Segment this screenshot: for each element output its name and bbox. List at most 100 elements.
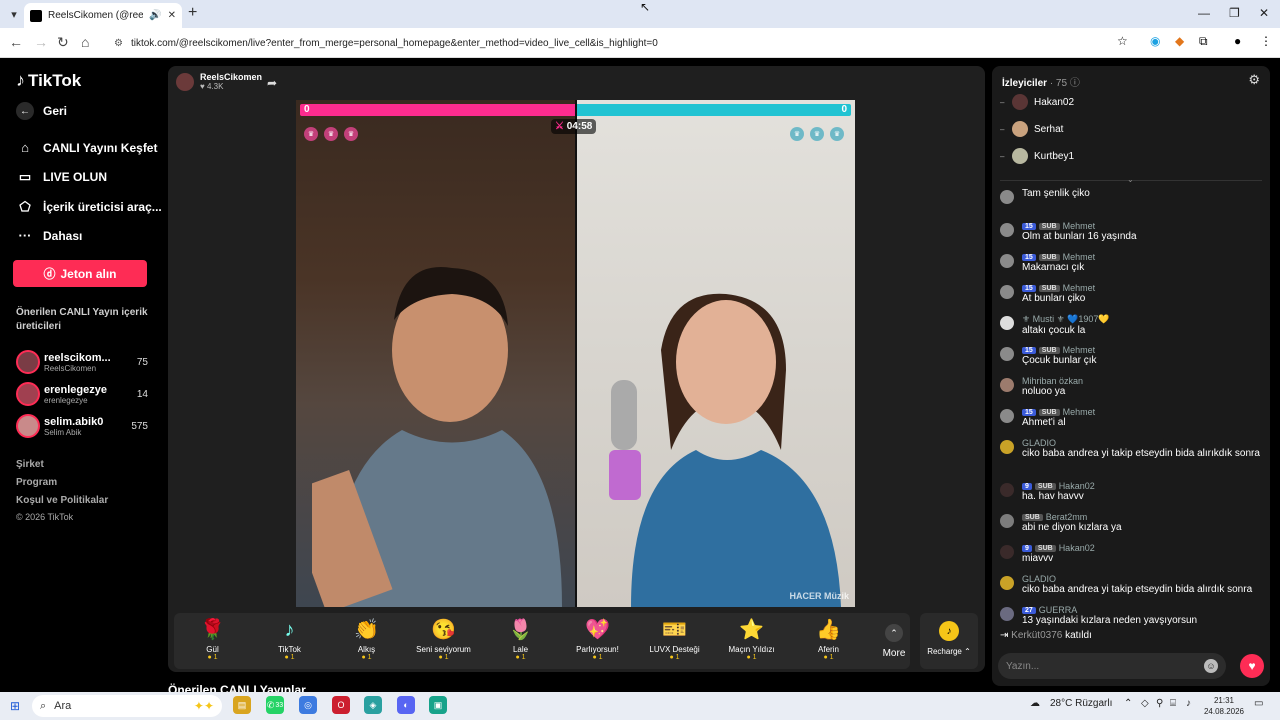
browser-menu-icon[interactable]: ⋮: [1260, 34, 1272, 48]
app-icon[interactable]: ▣: [429, 696, 447, 714]
message-username[interactable]: Berat2mm: [1046, 512, 1088, 522]
back-link[interactable]: ← Geri: [16, 102, 67, 120]
message-username[interactable]: GUERRA: [1039, 605, 1078, 615]
gift-well-done[interactable]: 👍 Aferin ● 1: [790, 617, 867, 661]
browser-tab[interactable]: ReelsCikomen (@reelscikomen 🔊 ✕: [24, 3, 182, 28]
url-field[interactable]: ⚙ tiktok.com/@reelscikomen/live?enter_fr…: [106, 32, 1142, 54]
extension-icon[interactable]: ◉: [1150, 34, 1160, 48]
tray-chevron-icon[interactable]: ⌃: [1124, 698, 1132, 709]
avatar[interactable]: [1000, 378, 1014, 392]
reload-icon[interactable]: ↻: [57, 34, 69, 51]
battle-video[interactable]: 0 0 ⚔ 04:58 ♛ ♛ ♛ ♛ ♛ ♛ HACER Müzik: [296, 100, 855, 607]
get-coins-button[interactable]: ⓓ Jeton alın: [13, 260, 147, 287]
message-username[interactable]: GLADIO: [1022, 438, 1056, 448]
back-icon[interactable]: ←: [9, 34, 23, 50]
discord-icon[interactable]: ◐: [397, 696, 415, 714]
taskbar-search[interactable]: ⌕ Ara ✦✦: [32, 695, 222, 717]
avatar[interactable]: [1000, 514, 1014, 528]
joined-user[interactable]: Kerküt0376: [1011, 630, 1062, 641]
avatar[interactable]: [1000, 607, 1014, 621]
app-icon[interactable]: ◈: [364, 696, 382, 714]
message-username[interactable]: Mehmet: [1063, 252, 1096, 262]
gift-applause[interactable]: 👏 Alkış ● 1: [328, 617, 405, 661]
top-viewer[interactable]: – Kurtbey1: [1000, 147, 1074, 165]
viewers-header[interactable]: İzleyiciler · 75 ⓘ: [1002, 74, 1080, 89]
message-username[interactable]: GLADIO: [1022, 574, 1056, 584]
seat-icon[interactable]: ♛: [324, 127, 338, 141]
tiktok-logo[interactable]: ♪ TikTok: [16, 70, 81, 91]
avatar[interactable]: [1000, 440, 1014, 454]
footer-company-link[interactable]: Şirket: [16, 459, 44, 470]
tab-search-icon[interactable]: ▾: [4, 4, 24, 24]
gift-luvx[interactable]: 🎫 LUVX Desteği ● 1: [636, 617, 713, 661]
microphone-icon[interactable]: ⚲: [1156, 698, 1163, 709]
share-icon[interactable]: ➦: [267, 76, 277, 90]
avatar[interactable]: [1000, 483, 1014, 497]
message-username[interactable]: Hakan02: [1059, 481, 1095, 491]
restore-icon[interactable]: ❐: [1229, 6, 1240, 20]
gear-icon[interactable]: ⚙: [1248, 72, 1260, 88]
like-heart-button[interactable]: ♥: [1240, 654, 1264, 678]
message-username[interactable]: Mehmet: [1063, 345, 1096, 355]
gift-mvp-star[interactable]: ⭐ Maçın Yıldızı ● 1: [713, 617, 790, 661]
nav-creator-tools[interactable]: ⬠ İçerik üreticisi araç...: [16, 199, 161, 215]
volume-icon[interactable]: ♪: [1186, 698, 1191, 709]
suggested-creator[interactable]: selim.abik0 Selim Abik 575: [16, 412, 148, 440]
chevron-down-icon[interactable]: ⌄: [1127, 175, 1134, 184]
profile-icon[interactable]: ●: [1234, 34, 1241, 48]
suggested-creator[interactable]: erenlegezye erenlegezye 14: [16, 380, 148, 408]
avatar[interactable]: [1000, 223, 1014, 237]
avatar[interactable]: [1000, 285, 1014, 299]
weather-text[interactable]: 28°C Rüzgarlı: [1050, 698, 1112, 709]
chrome-icon[interactable]: ◎: [299, 696, 317, 714]
avatar[interactable]: [1000, 545, 1014, 559]
network-icon[interactable]: ⌸: [1170, 698, 1176, 709]
new-tab-button[interactable]: +: [188, 4, 197, 22]
speaker-icon[interactable]: 🔊: [149, 10, 161, 21]
gift-tulip[interactable]: 🌷 Lale ● 1: [482, 617, 559, 661]
windows-start-icon[interactable]: ⊞: [10, 699, 20, 713]
seat-icon[interactable]: ♛: [790, 127, 804, 141]
bookmark-star-icon[interactable]: ☆: [1117, 34, 1128, 48]
emoji-icon[interactable]: ☺: [1204, 659, 1218, 673]
host-info[interactable]: ReelsCikomen ♥ 4.3K: [176, 72, 262, 91]
top-viewer[interactable]: – Hakan02: [1000, 93, 1074, 111]
file-explorer-icon[interactable]: ▤: [233, 696, 251, 714]
top-viewer[interactable]: – Serhat: [1000, 120, 1063, 138]
avatar[interactable]: [1000, 316, 1014, 330]
nav-more[interactable]: ··· Dahası: [16, 228, 83, 243]
close-tab-icon[interactable]: ✕: [168, 10, 176, 21]
minimize-icon[interactable]: —: [1198, 6, 1210, 20]
nav-explore-live[interactable]: ⌂ CANLI Yayını Keşfet: [16, 140, 157, 155]
avatar[interactable]: [1000, 576, 1014, 590]
nav-go-live[interactable]: ▭ LIVE OLUN: [16, 169, 107, 185]
message-username[interactable]: Mihriban özkan: [1022, 376, 1083, 386]
site-info-icon[interactable]: ⚙: [114, 38, 123, 49]
suggested-creator[interactable]: reelscikom... ReelsCikomen 75: [16, 348, 148, 376]
recharge-button[interactable]: ♪ Recharge ⌃: [920, 613, 978, 669]
whatsapp-icon[interactable]: ✆ 33: [266, 696, 284, 714]
opera-icon[interactable]: O: [332, 696, 350, 714]
message-username[interactable]: Mehmet: [1063, 407, 1096, 417]
message-username[interactable]: Hakan02: [1059, 543, 1095, 553]
gift-tiktok[interactable]: ♪ TikTok ● 1: [251, 617, 328, 661]
footer-program-link[interactable]: Program: [16, 477, 57, 488]
weather-icon[interactable]: ☁: [1030, 698, 1040, 709]
seat-icon[interactable]: ♛: [304, 127, 318, 141]
footer-terms-link[interactable]: Koşul ve Politikalar: [16, 495, 108, 506]
chat-input[interactable]: Yazın... ☺: [998, 653, 1226, 679]
clock[interactable]: 21:31 24.08.2026: [1200, 695, 1248, 717]
message-username[interactable]: Mehmet: [1063, 221, 1096, 231]
avatar[interactable]: [1000, 409, 1014, 423]
gift-love-you[interactable]: 😘 Seni seviyorum ● 1: [405, 617, 482, 661]
extensions-puzzle-icon[interactable]: ⧉: [1199, 34, 1208, 49]
metamask-icon[interactable]: ◆: [1175, 34, 1184, 48]
avatar[interactable]: [1000, 190, 1014, 204]
seat-icon[interactable]: ♛: [810, 127, 824, 141]
seat-icon[interactable]: ♛: [830, 127, 844, 141]
close-window-icon[interactable]: ✕: [1259, 6, 1269, 20]
gift-rose[interactable]: 🌹 Gül ● 1: [174, 617, 251, 661]
info-icon[interactable]: ⓘ: [1070, 78, 1080, 89]
message-username[interactable]: ⚜ Musti ⚜ 💙1907💛: [1022, 314, 1110, 325]
message-username[interactable]: Mehmet: [1063, 283, 1096, 293]
